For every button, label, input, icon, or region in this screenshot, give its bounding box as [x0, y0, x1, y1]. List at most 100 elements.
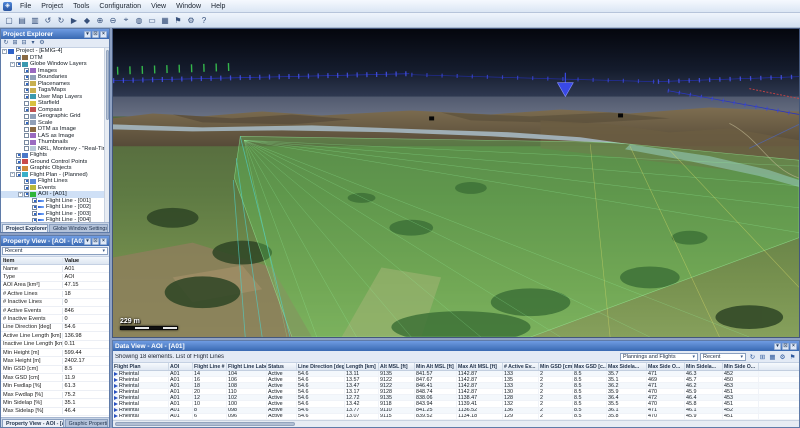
tree-checkbox[interactable] [24, 88, 29, 93]
collapse-all-icon[interactable]: ⊟ [20, 39, 28, 47]
menu-item[interactable]: Help [206, 2, 230, 11]
tree-checkbox[interactable] [24, 185, 29, 190]
property-row[interactable]: Max Fwdlap [%] 75.2 [1, 391, 109, 399]
tree-item[interactable]: Flight Line - [004] [1, 217, 109, 222]
table-flag-icon[interactable]: ⚑ [788, 352, 797, 361]
dock-tab[interactable]: Property View - AOI - [A01] [2, 419, 64, 427]
globe-view-icon[interactable]: ◍ [133, 14, 145, 26]
property-row[interactable]: Name A01 [1, 265, 109, 273]
property-row[interactable]: Min Sidelap [%] 35.1 [1, 399, 109, 407]
tree-expander-icon[interactable]: - [10, 62, 15, 67]
property-row[interactable]: Min GSD [cm] 8.5 [1, 366, 109, 374]
flag-icon[interactable]: ⚑ [172, 14, 184, 26]
column-header[interactable]: Min GSD [cm] [539, 363, 573, 370]
property-row[interactable]: Max GSD [cm] 11.9 [1, 374, 109, 382]
column-header[interactable]: Min Side O... [723, 363, 759, 370]
close-icon[interactable]: × [100, 31, 107, 38]
menu-item[interactable]: Tools [68, 2, 94, 11]
tree-checkbox[interactable] [24, 192, 29, 197]
tree-checkbox[interactable] [24, 146, 29, 151]
column-header[interactable]: Min Sidela... [685, 363, 723, 370]
pan-tool-icon[interactable]: ◆ [81, 14, 93, 26]
category-dropdown[interactable]: Plannings and Flights ▾ [620, 353, 698, 361]
tree-scrollbar[interactable] [104, 48, 109, 222]
column-header[interactable]: Max Sidela... [607, 363, 647, 370]
property-row[interactable]: Line Direction [deg] 54.6 [1, 324, 109, 332]
tree-checkbox[interactable] [24, 133, 29, 138]
tree-checkbox[interactable] [24, 127, 29, 132]
panel-menu-icon[interactable]: ▾ [84, 31, 91, 38]
column-header[interactable]: Value [63, 258, 109, 264]
property-row[interactable]: Min Fwdlap [%] 61.3 [1, 382, 109, 390]
tree-checkbox[interactable] [24, 94, 29, 99]
property-view-header[interactable]: Property View - [AOI - [A01]] ▾⊡× [1, 236, 109, 246]
column-header[interactable]: Flight Line # [193, 363, 227, 370]
tree-checkbox[interactable] [24, 75, 29, 80]
tree-checkbox[interactable] [24, 120, 29, 125]
menu-item[interactable]: File [15, 2, 36, 11]
menu-item[interactable]: Project [36, 2, 68, 11]
float-panel-icon[interactable]: ⊡ [782, 343, 789, 350]
column-header[interactable]: Line Direction [deg] [297, 363, 345, 370]
menu-item[interactable]: Configuration [94, 2, 146, 11]
tree-expander-icon[interactable]: - [10, 172, 15, 177]
dock-tab[interactable]: Globe Window Settings [49, 224, 108, 232]
tree-settings-icon[interactable]: ⚙ [38, 39, 46, 47]
tree-checkbox[interactable] [24, 81, 29, 86]
recent-dropdown[interactable]: Recent ▾ [700, 353, 746, 361]
tree-checkbox[interactable] [24, 101, 29, 106]
close-icon[interactable]: × [100, 238, 107, 245]
zoom-in-icon[interactable]: ⊕ [94, 14, 106, 26]
tree-checkbox[interactable] [32, 205, 37, 210]
close-icon[interactable]: × [790, 343, 797, 350]
project-explorer-header[interactable]: Project Explorer ▾⊡× [1, 29, 109, 39]
tree-expander-icon[interactable]: - [18, 192, 23, 197]
flight-plan-icon[interactable]: ▦ [159, 14, 171, 26]
tree-filter-icon[interactable]: ▾ [29, 39, 37, 47]
dock-tab[interactable]: Graphic Properties [65, 419, 108, 427]
tree-checkbox[interactable] [24, 107, 29, 112]
column-header[interactable]: # Active Ev... [503, 363, 539, 370]
dock-tab[interactable]: Project Explorer [2, 224, 48, 232]
tree-checkbox[interactable] [16, 172, 21, 177]
tree-checkbox[interactable] [16, 62, 21, 67]
terrain-3d-scene[interactable] [113, 29, 799, 337]
property-row[interactable]: # Inactive Events 0 [1, 315, 109, 323]
column-header[interactable]: Flight Plan [113, 363, 169, 370]
data-view-header[interactable]: Data View - AOI - [A01] ▾⊡× [113, 341, 799, 351]
column-header[interactable]: Length [km] [345, 363, 379, 370]
column-header[interactable]: Max Alt MSL [ft] [457, 363, 503, 370]
expand-all-icon[interactable]: ⊞ [11, 39, 19, 47]
property-row[interactable]: # Inactive Lines 0 [1, 299, 109, 307]
tree-checkbox[interactable] [24, 179, 29, 184]
refresh-table-icon[interactable]: ↻ [748, 352, 757, 361]
float-panel-icon[interactable]: ⊡ [92, 238, 99, 245]
property-row[interactable]: Active Line Length [km] 136.98 [1, 332, 109, 340]
tree-checkbox[interactable] [16, 159, 21, 164]
property-row[interactable]: Type AOI [1, 273, 109, 281]
help-icon[interactable]: ? [198, 14, 210, 26]
column-header[interactable]: Alt MSL [ft] [379, 363, 415, 370]
property-row[interactable]: Max Height [m] 2402.17 [1, 357, 109, 365]
column-header[interactable]: Max GSD [c... [573, 363, 607, 370]
save-project-icon[interactable]: ▥ [29, 14, 41, 26]
measure-tool-icon[interactable]: ▭ [146, 14, 158, 26]
add-row-icon[interactable]: ⊞ [758, 352, 767, 361]
column-header[interactable]: Status [267, 363, 297, 370]
column-header[interactable]: Item [1, 258, 63, 264]
panel-menu-icon[interactable]: ▾ [774, 343, 781, 350]
property-row[interactable]: AOI Area [km²] 47.15 [1, 282, 109, 290]
table-columns-icon[interactable]: ▦ [768, 352, 777, 361]
property-row[interactable]: Inactive Line Length [km] 0.11 [1, 341, 109, 349]
property-row[interactable]: # Active Lines 18 [1, 290, 109, 298]
tree-checkbox[interactable] [24, 68, 29, 73]
panel-menu-icon[interactable]: ▾ [84, 238, 91, 245]
zoom-out-icon[interactable]: ⊖ [107, 14, 119, 26]
refresh-tree-icon[interactable]: ↻ [2, 39, 10, 47]
property-row[interactable]: Min Height [m] 599.44 [1, 349, 109, 357]
scrollbar-thumb[interactable] [115, 422, 295, 426]
open-project-icon[interactable]: ▤ [16, 14, 28, 26]
table-settings-icon[interactable]: ⚙ [778, 352, 787, 361]
table-horizontal-scrollbar[interactable] [113, 420, 799, 427]
float-panel-icon[interactable]: ⊡ [92, 31, 99, 38]
